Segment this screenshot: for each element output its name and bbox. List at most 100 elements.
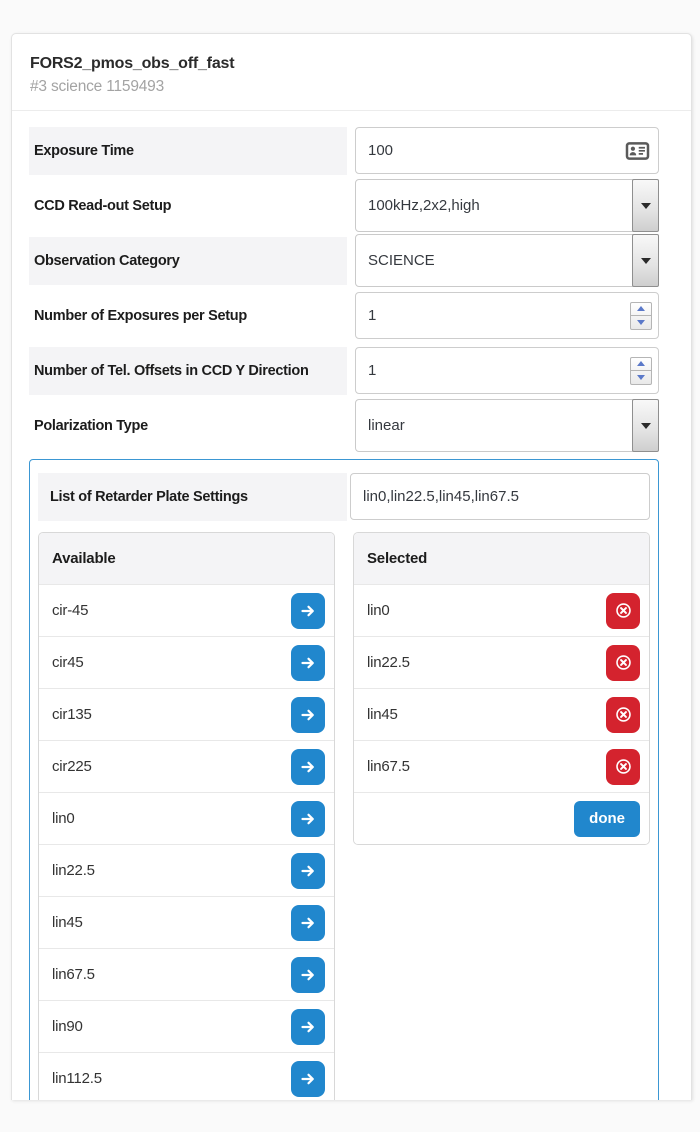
circle-x-icon: [615, 654, 632, 671]
available-item: lin0: [39, 792, 334, 844]
item-label: lin90: [52, 1018, 83, 1035]
available-item: lin112.5: [39, 1052, 334, 1100]
field-label: Exposure Time: [29, 127, 347, 175]
item-label: lin45: [52, 914, 83, 931]
row-retarder-settings: List of Retarder Plate Settings: [38, 469, 650, 524]
circle-x-icon: [615, 758, 632, 775]
circle-x-icon: [615, 602, 632, 619]
item-label: cir225: [52, 758, 92, 775]
item-label: cir135: [52, 706, 92, 723]
retarder-plate-settings-box: List of Retarder Plate Settings Availabl…: [29, 459, 659, 1100]
field-label: Polarization Type: [29, 402, 347, 450]
move-to-selected-button[interactable]: [291, 1061, 325, 1097]
field-label: Observation Category: [29, 237, 347, 285]
parameter-table: Exposure Time CCD Read-out Setup 100kHz,…: [12, 111, 691, 453]
spinner-up-icon[interactable]: [631, 303, 651, 316]
row-exposures-per-setup: Number of Exposures per Setup: [29, 288, 659, 343]
select-value: linear: [368, 417, 405, 434]
row-exposure-time: Exposure Time: [29, 123, 659, 178]
move-to-selected-button[interactable]: [291, 697, 325, 733]
dual-list-picker: Available cir-45 cir45 cir135: [38, 532, 650, 1100]
item-label: lin67.5: [367, 758, 410, 775]
number-spinner: [630, 357, 652, 385]
address-card-icon[interactable]: [625, 140, 650, 161]
available-item: cir-45: [39, 584, 334, 636]
available-item: cir135: [39, 688, 334, 740]
arrow-right-icon: [300, 707, 316, 723]
remove-from-selected-button[interactable]: [606, 645, 640, 681]
row-ccd-readout: CCD Read-out Setup 100kHz,2x2,high: [29, 178, 659, 233]
arrow-right-icon: [300, 603, 316, 619]
item-label: lin0: [367, 602, 390, 619]
select-value: SCIENCE: [368, 252, 435, 269]
caret-down-icon[interactable]: [632, 179, 659, 232]
arrow-right-icon: [300, 967, 316, 983]
field-label: CCD Read-out Setup: [29, 182, 347, 230]
spinner-down-icon[interactable]: [631, 316, 651, 329]
template-header: FORS2_pmos_obs_off_fast #3 science 11594…: [12, 34, 691, 111]
caret-down-icon[interactable]: [632, 399, 659, 452]
arrow-right-icon: [300, 863, 316, 879]
selected-item: lin45: [354, 688, 649, 740]
selected-item: lin0: [354, 584, 649, 636]
number-spinner: [630, 302, 652, 330]
available-item: lin22.5: [39, 844, 334, 896]
row-polarization-type: Polarization Type linear: [29, 398, 659, 453]
available-header: Available: [39, 533, 334, 584]
done-row: done: [354, 792, 649, 844]
row-observation-category: Observation Category SCIENCE: [29, 233, 659, 288]
remove-from-selected-button[interactable]: [606, 749, 640, 785]
select-value: 100kHz,2x2,high: [368, 197, 480, 214]
arrow-right-icon: [300, 1019, 316, 1035]
available-item: lin45: [39, 896, 334, 948]
available-item: lin67.5: [39, 948, 334, 1000]
move-to-selected-button[interactable]: [291, 645, 325, 681]
circle-x-icon: [615, 706, 632, 723]
field-label: Number of Exposures per Setup: [29, 292, 347, 340]
arrow-right-icon: [300, 915, 316, 931]
field-label: List of Retarder Plate Settings: [38, 473, 347, 521]
observation-category-select[interactable]: SCIENCE: [355, 234, 659, 287]
retarder-settings-input[interactable]: [350, 473, 650, 520]
tel-offsets-y-input[interactable]: [355, 347, 659, 394]
available-item: cir225: [39, 740, 334, 792]
spinner-up-icon[interactable]: [631, 358, 651, 371]
done-button[interactable]: done: [574, 801, 640, 837]
item-label: lin0: [52, 810, 75, 827]
item-label: lin67.5: [52, 966, 95, 983]
arrow-right-icon: [300, 655, 316, 671]
move-to-selected-button[interactable]: [291, 905, 325, 941]
template-subtitle: #3 science 1159493: [30, 78, 674, 96]
arrow-right-icon: [300, 759, 316, 775]
exposures-per-setup-input[interactable]: [355, 292, 659, 339]
arrow-right-icon: [300, 811, 316, 827]
spinner-down-icon[interactable]: [631, 371, 651, 384]
available-item: cir45: [39, 636, 334, 688]
item-label: cir45: [52, 654, 84, 671]
field-label: Number of Tel. Offsets in CCD Y Directio…: [29, 347, 347, 395]
item-label: lin112.5: [52, 1070, 102, 1087]
move-to-selected-button[interactable]: [291, 1009, 325, 1045]
exposure-time-input[interactable]: [355, 127, 659, 174]
item-label: lin45: [367, 706, 398, 723]
available-item: lin90: [39, 1000, 334, 1052]
polarization-type-select[interactable]: linear: [355, 399, 659, 452]
remove-from-selected-button[interactable]: [606, 697, 640, 733]
template-title: FORS2_pmos_obs_off_fast: [30, 55, 674, 73]
row-tel-offsets-y: Number of Tel. Offsets in CCD Y Directio…: [29, 343, 659, 398]
move-to-selected-button[interactable]: [291, 593, 325, 629]
remove-from-selected-button[interactable]: [606, 593, 640, 629]
move-to-selected-button[interactable]: [291, 957, 325, 993]
selected-panel: Selected lin0 lin22.5 lin45: [353, 532, 650, 845]
move-to-selected-button[interactable]: [291, 853, 325, 889]
ob-template-card: FORS2_pmos_obs_off_fast #3 science 11594…: [11, 33, 692, 1100]
item-label: cir-45: [52, 602, 88, 619]
selected-item: lin22.5: [354, 636, 649, 688]
ccd-readout-select[interactable]: 100kHz,2x2,high: [355, 179, 659, 232]
move-to-selected-button[interactable]: [291, 749, 325, 785]
caret-down-icon[interactable]: [632, 234, 659, 287]
item-label: lin22.5: [52, 862, 95, 879]
selected-header: Selected: [354, 533, 649, 584]
available-panel: Available cir-45 cir45 cir135: [38, 532, 335, 1100]
move-to-selected-button[interactable]: [291, 801, 325, 837]
